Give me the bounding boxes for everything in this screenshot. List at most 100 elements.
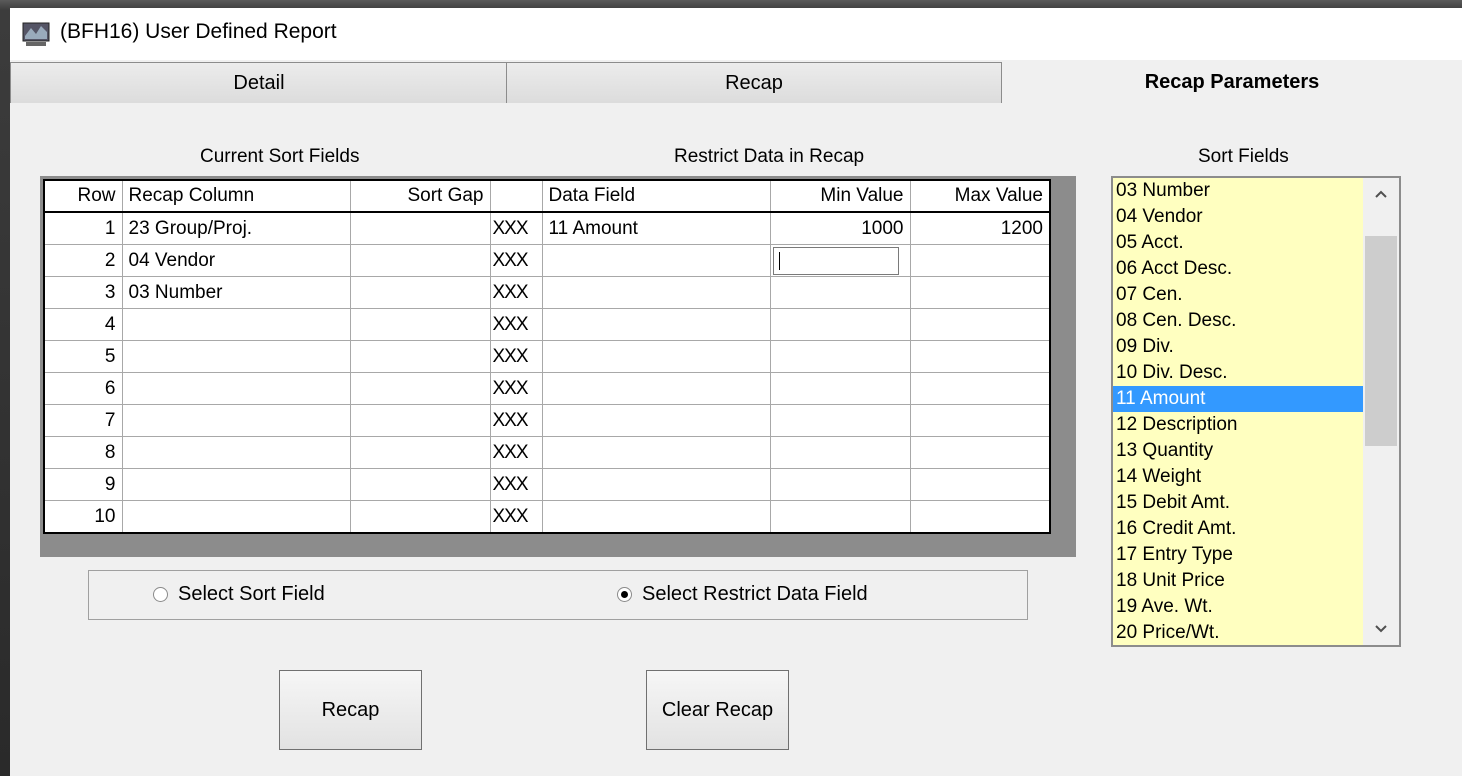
- data-field-cell[interactable]: [541, 500, 771, 534]
- radio-label: Select Restrict Data Field: [642, 583, 868, 605]
- data-field-cell[interactable]: [541, 340, 771, 373]
- sort-field-list-item[interactable]: 12 Description: [1113, 412, 1363, 438]
- min-value-cell[interactable]: [769, 372, 911, 405]
- sort-field-list-item[interactable]: 15 Debit Amt.: [1113, 490, 1363, 516]
- table-row[interactable]: 2 04 Vendor XXX: [43, 244, 1051, 277]
- sort-field-list-item[interactable]: 05 Acct.: [1113, 230, 1363, 256]
- table-row[interactable]: 10 XXX: [43, 500, 1051, 534]
- row-number-cell: 2: [43, 244, 123, 277]
- clear-recap-button[interactable]: Clear Recap: [646, 670, 789, 750]
- select-restrict-field-radio[interactable]: Select Restrict Data Field: [617, 583, 868, 606]
- sort-gap-cell[interactable]: [349, 308, 491, 341]
- data-field-cell[interactable]: [541, 372, 771, 405]
- min-value-input[interactable]: [772, 246, 899, 275]
- sort-gap-cell[interactable]: [349, 244, 491, 277]
- scroll-thumb[interactable]: [1365, 236, 1397, 446]
- max-value-cell[interactable]: [909, 372, 1051, 405]
- sort-gap-cell[interactable]: [349, 404, 491, 437]
- data-field-cell[interactable]: [541, 436, 771, 469]
- header-row: Row: [43, 179, 123, 213]
- data-field-cell[interactable]: [541, 308, 771, 341]
- row-number-cell: 7: [43, 404, 123, 437]
- sort-field-list-item[interactable]: 13 Quantity: [1113, 438, 1363, 464]
- data-field-cell[interactable]: [541, 276, 771, 309]
- min-value-cell[interactable]: [769, 308, 911, 341]
- sort-gap-cell[interactable]: [349, 372, 491, 405]
- max-value-cell[interactable]: [909, 468, 1051, 501]
- table-row[interactable]: 6 XXX: [43, 372, 1051, 405]
- sort-field-list-item[interactable]: 18 Unit Price: [1113, 568, 1363, 594]
- recap-column-cell[interactable]: 03 Number: [121, 276, 351, 309]
- sort-field-list-item[interactable]: 06 Acct Desc.: [1113, 256, 1363, 282]
- table-row[interactable]: 5 XXX: [43, 340, 1051, 373]
- sort-gap-cell[interactable]: [349, 500, 491, 534]
- header-sort-gap: Sort Gap: [349, 179, 491, 213]
- tab-detail[interactable]: Detail: [10, 62, 508, 103]
- sort-field-list-item[interactable]: 07 Cen.: [1113, 282, 1363, 308]
- recap-column-cell[interactable]: [121, 404, 351, 437]
- data-field-cell[interactable]: [541, 404, 771, 437]
- sort-gap-cell[interactable]: [349, 211, 491, 245]
- max-value-cell[interactable]: [909, 436, 1051, 469]
- data-field-cell[interactable]: [541, 244, 771, 277]
- sort-field-list-item[interactable]: 11 Amount: [1113, 386, 1363, 412]
- sort-gap-cell[interactable]: [349, 276, 491, 309]
- max-value-cell[interactable]: [909, 404, 1051, 437]
- tab-recap[interactable]: Recap: [506, 62, 1002, 103]
- recap-column-cell[interactable]: [121, 372, 351, 405]
- max-value-cell[interactable]: [909, 244, 1051, 277]
- table-row[interactable]: 8 XXX: [43, 436, 1051, 469]
- sort-field-list-item[interactable]: 04 Vendor: [1113, 204, 1363, 230]
- sort-fields-list[interactable]: 03 Number 04 Vendor 05 Acct. 06 Acct Desc. 0…: [1111, 176, 1401, 647]
- sort-field-list-item[interactable]: 10 Div. Desc.: [1113, 360, 1363, 386]
- scroll-up-icon[interactable]: [1363, 178, 1399, 210]
- sort-field-list-item[interactable]: 09 Div.: [1113, 334, 1363, 360]
- sort-field-list-item[interactable]: 03 Number: [1113, 178, 1363, 204]
- table-row[interactable]: 1 23 Group/Proj. XXX 11 Amount 1000 1200: [43, 211, 1051, 245]
- sort-field-list-item[interactable]: 19 Ave. Wt.: [1113, 594, 1363, 620]
- list-scrollbar[interactable]: [1363, 178, 1399, 645]
- recap-column-cell[interactable]: [121, 340, 351, 373]
- data-field-cell[interactable]: 11 Amount: [541, 211, 771, 245]
- recap-button[interactable]: Recap: [279, 670, 422, 750]
- min-value-cell[interactable]: 1000: [769, 211, 911, 245]
- min-value-cell[interactable]: [769, 276, 911, 309]
- recap-column-cell[interactable]: [121, 500, 351, 534]
- min-value-cell[interactable]: [769, 500, 911, 534]
- tab-recap-parameters[interactable]: Recap Parameters: [1002, 62, 1462, 102]
- recap-column-cell[interactable]: 04 Vendor: [121, 244, 351, 277]
- max-value-cell[interactable]: [909, 500, 1051, 534]
- marker-cell: XXX: [489, 276, 543, 309]
- max-value-cell[interactable]: [909, 276, 1051, 309]
- sort-gap-cell[interactable]: [349, 436, 491, 469]
- scroll-down-icon[interactable]: [1363, 613, 1399, 645]
- max-value-cell[interactable]: [909, 308, 1051, 341]
- table-row[interactable]: 7 XXX: [43, 404, 1051, 437]
- window-title: (BFH16) User Defined Report: [60, 20, 337, 43]
- recap-column-cell[interactable]: [121, 468, 351, 501]
- max-value-cell[interactable]: [909, 340, 1051, 373]
- recap-column-cell[interactable]: 23 Group/Proj.: [121, 211, 351, 245]
- min-value-cell[interactable]: [769, 468, 911, 501]
- sort-gap-cell[interactable]: [349, 468, 491, 501]
- sort-field-list-item[interactable]: 17 Entry Type: [1113, 542, 1363, 568]
- sort-field-list-item[interactable]: 14 Weight: [1113, 464, 1363, 490]
- min-value-cell[interactable]: [769, 436, 911, 469]
- min-value-cell[interactable]: [769, 404, 911, 437]
- table-row[interactable]: 9 XXX: [43, 468, 1051, 501]
- sort-field-list-item[interactable]: 20 Price/Wt.: [1113, 620, 1363, 646]
- table-row[interactable]: 4 XXX: [43, 308, 1051, 341]
- table-row[interactable]: 3 03 Number XXX: [43, 276, 1051, 309]
- max-value-cell[interactable]: 1200: [909, 211, 1051, 245]
- select-sort-field-radio[interactable]: Select Sort Field: [153, 583, 325, 606]
- sort-field-list-item[interactable]: 08 Cen. Desc.: [1113, 308, 1363, 334]
- recap-column-cell[interactable]: [121, 308, 351, 341]
- recap-column-cell[interactable]: [121, 436, 351, 469]
- min-value-cell[interactable]: [769, 340, 911, 373]
- min-value-cell[interactable]: [769, 244, 911, 277]
- marker-cell: XXX: [489, 372, 543, 405]
- sort-gap-cell[interactable]: [349, 340, 491, 373]
- sort-field-list-item[interactable]: 16 Credit Amt.: [1113, 516, 1363, 542]
- data-field-cell[interactable]: [541, 468, 771, 501]
- radio-dot: [617, 587, 632, 602]
